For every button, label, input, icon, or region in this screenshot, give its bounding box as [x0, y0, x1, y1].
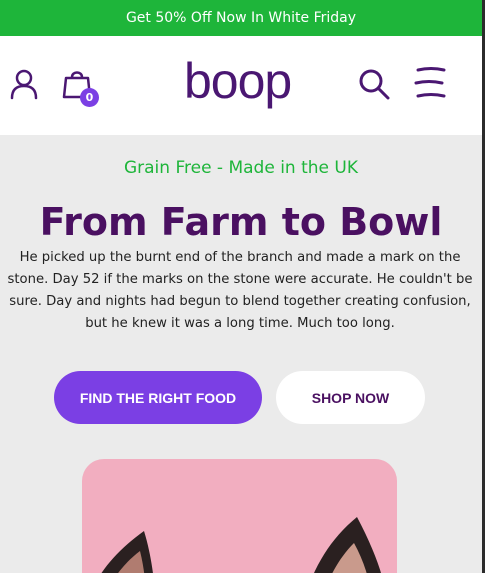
- hero-headline: From Farm to Bowl: [39, 200, 443, 244]
- shop-now-button[interactable]: SHOP NOW: [276, 371, 425, 424]
- boop-logo[interactable]: boop: [184, 50, 304, 112]
- promo-text: Get 50% Off Now In White Friday: [125, 10, 357, 26]
- hero-tagline: Grain Free - Made in the UK: [123, 158, 359, 178]
- dog-ears-illustration: [101, 517, 381, 573]
- find-right-food-button[interactable]: FIND THE RIGHT FOOD: [54, 371, 262, 424]
- hero-body-text: He picked up the burnt end of the branch…: [7, 250, 473, 331]
- site-header: 0 boop: [0, 36, 482, 135]
- user-icon[interactable]: [8, 68, 40, 100]
- hero-dog-image: [82, 459, 397, 573]
- hero-section: Grain Free - Made in the UK From Farm to…: [0, 135, 482, 573]
- menu-icon[interactable]: [413, 66, 447, 100]
- promo-banner[interactable]: Get 50% Off Now In White Friday: [0, 0, 482, 36]
- cart-count-badge: 0: [80, 88, 99, 107]
- search-icon[interactable]: [358, 68, 390, 100]
